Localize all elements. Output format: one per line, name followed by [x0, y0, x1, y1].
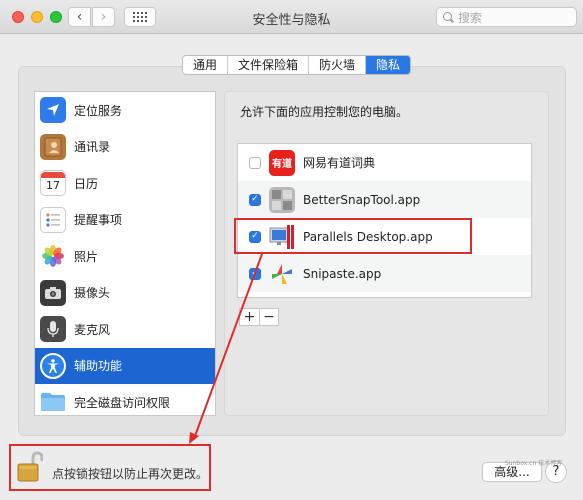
- tab-filevault[interactable]: 文件保险箱: [228, 56, 310, 74]
- parallels-highlight-box: [234, 218, 472, 254]
- sidebar-item-contacts[interactable]: 通讯录: [35, 129, 215, 166]
- location-arrow-icon: [40, 97, 66, 124]
- privacy-category-list: 定位服务 通讯录 17 日历 提醒事项 照片 摄像头 麦克风 辅助功能 完全磁盘…: [34, 91, 216, 416]
- tab-general[interactable]: 通用: [183, 56, 229, 74]
- folder-icon: [40, 389, 66, 415]
- list-item-snipaste[interactable]: ✓ Snipaste.app: [238, 255, 531, 292]
- lock-button[interactable]: [17, 451, 44, 483]
- youdao-icon-text: 有道: [272, 159, 292, 170]
- remove-app-button[interactable]: −: [259, 309, 278, 325]
- camera-icon: [40, 279, 66, 306]
- lock-instruction-text: 点按锁按钮以防止再次更改。: [52, 467, 209, 481]
- checkmark-icon: ✓: [251, 268, 259, 278]
- allow-apps-label: 允许下面的应用控制您的电脑。: [240, 105, 409, 119]
- bettersnaptool-icon: [269, 186, 295, 213]
- sidebar-item-full-disk-access[interactable]: 完全磁盘访问权限: [35, 384, 215, 415]
- microphone-icon: [40, 316, 66, 343]
- tab-bar: 通用 文件保险箱 防火墙 隐私: [182, 55, 412, 75]
- search-icon: [443, 11, 454, 23]
- sidebar-item-label: 日历: [74, 176, 99, 191]
- tab-firewall[interactable]: 防火墙: [309, 56, 367, 74]
- app-name: BetterSnapTool.app: [303, 192, 421, 207]
- search-field[interactable]: 搜索: [436, 7, 577, 27]
- tab-privacy[interactable]: 隐私: [366, 56, 411, 74]
- watermark-text: Sunbox.cn 技术博客: [505, 460, 563, 467]
- sidebar-item-microphone[interactable]: 麦克风: [35, 311, 215, 348]
- sidebar-item-label: 摄像头: [74, 286, 111, 301]
- sidebar-item-camera[interactable]: 摄像头: [35, 275, 215, 312]
- sidebar-item-photos[interactable]: 照片: [35, 238, 215, 275]
- app-checkbox[interactable]: [249, 156, 261, 169]
- youdao-dict-icon: 有道: [269, 149, 295, 176]
- calendar-icon: 17: [40, 170, 66, 197]
- snipaste-icon: [269, 261, 295, 287]
- unlocked-padlock-icon: [17, 451, 44, 482]
- search-placeholder: 搜索: [458, 10, 483, 25]
- contacts-book-icon: [40, 133, 66, 160]
- sidebar-item-label: 照片: [74, 249, 99, 264]
- photos-flower-icon: [40, 243, 66, 270]
- sidebar-item-label: 通讯录: [74, 140, 111, 155]
- list-item-youdao[interactable]: 有道 网易有道词典: [238, 144, 531, 181]
- add-remove-control: + −: [239, 308, 279, 326]
- checkmark-icon: ✓: [251, 194, 259, 204]
- sidebar-item-location-services[interactable]: 定位服务: [35, 92, 215, 129]
- sidebar-item-label: 提醒事项: [74, 213, 123, 228]
- app-checkbox[interactable]: ✓: [249, 267, 261, 280]
- sidebar-item-calendar[interactable]: 17 日历: [35, 165, 215, 202]
- accessibility-person-icon: [40, 352, 66, 379]
- title-bar: ‹ › 安全性与隐私 搜索: [0, 0, 583, 34]
- app-checkbox[interactable]: ✓: [249, 193, 261, 206]
- app-name: Snipaste.app: [303, 266, 382, 281]
- sidebar-item-reminders[interactable]: 提醒事项: [35, 202, 215, 239]
- reminders-list-icon: [40, 206, 66, 233]
- sidebar-item-accessibility[interactable]: 辅助功能: [35, 347, 215, 384]
- sidebar-item-label: 麦克风: [74, 322, 111, 337]
- add-app-button[interactable]: +: [240, 309, 259, 325]
- sidebar-item-label: 完全磁盘访问权限: [74, 395, 171, 410]
- app-name: 网易有道词典: [303, 156, 376, 170]
- list-item-bettersnaptool[interactable]: ✓ BetterSnapTool.app: [238, 181, 531, 218]
- calendar-day: 17: [46, 179, 60, 193]
- sidebar-item-label: 定位服务: [74, 103, 123, 118]
- sidebar-item-label: 辅助功能: [74, 359, 123, 374]
